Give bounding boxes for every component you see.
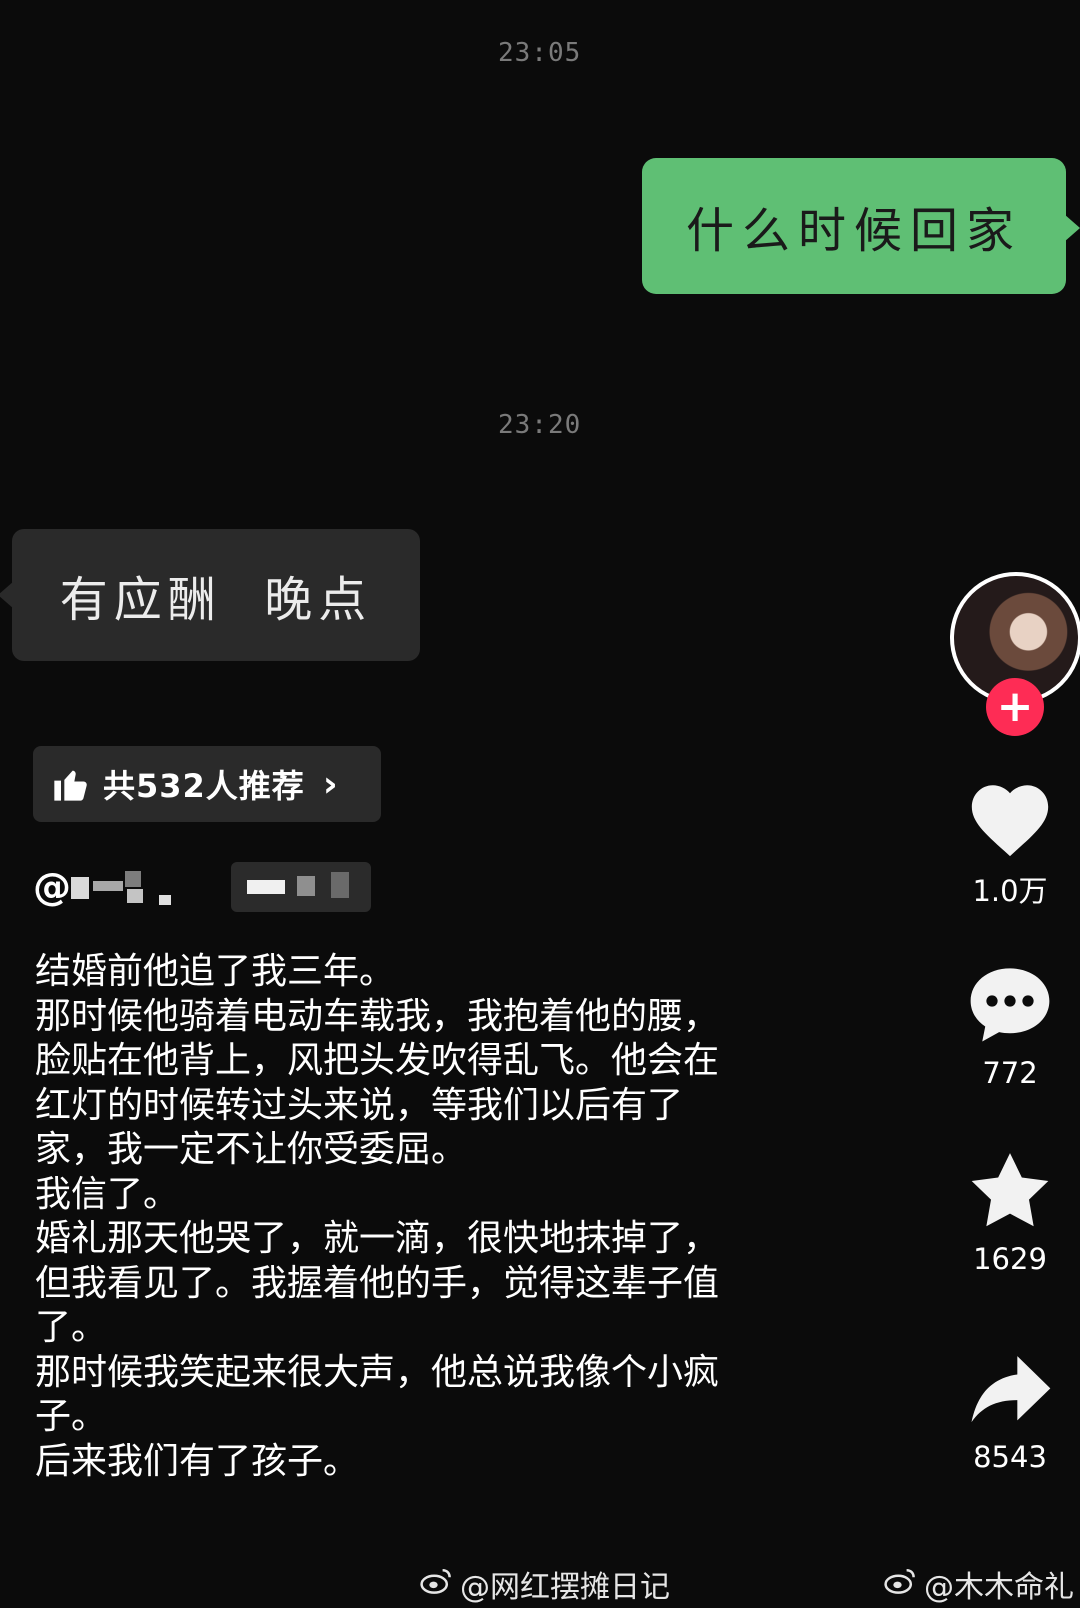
caption-line: 那时候他骑着电动车载我，我抱着他的腰，	[35, 995, 720, 1037]
caption-line: 红灯的时候转过头来说，等我们以后有了	[35, 1084, 684, 1126]
received-message-text: 有应酬 晚点	[59, 572, 373, 628]
caption-line: 婚礼那天他哭了，就一滴，很快地抹掉了，	[35, 1218, 720, 1259]
recommend-label: 共532人推荐	[103, 767, 305, 805]
redacted-username	[71, 867, 181, 907]
favorite-count: 1629	[973, 1242, 1047, 1276]
redacted-tag	[231, 862, 371, 912]
watermark-left-text: @网红摆摊日记	[460, 1570, 670, 1605]
like-action[interactable]: 1.0万	[950, 778, 1070, 910]
timestamp-1: 23:05	[498, 38, 582, 68]
sent-message-text: 什么时候回家	[685, 203, 1022, 259]
author-handle[interactable]: @	[33, 862, 371, 912]
caption-line: 那时候我笑起来很大声，他总说我像个小疯	[35, 1351, 720, 1393]
comment-count: 772	[982, 1056, 1038, 1090]
share-icon	[966, 1352, 1054, 1434]
caption-line: 脸贴在他背上，风把头发吹得乱飞。他会在	[35, 1040, 720, 1081]
follow-button[interactable]: +	[986, 678, 1044, 736]
weibo-icon	[420, 1566, 454, 1602]
thumbs-up-icon	[51, 764, 91, 804]
video-caption: 结婚前他追了我三年。 那时候他骑着电动车载我，我抱着他的腰， 脸贴在他背上，风把…	[35, 950, 815, 1484]
caption-line: 结婚前他追了我三年。	[35, 951, 396, 992]
chevron-right-icon: ›	[322, 763, 338, 805]
timestamp-2: 23:20	[498, 410, 582, 440]
caption-line: 后来我们有了孩子。	[35, 1440, 360, 1482]
watermark-right: @木木命礼	[884, 1562, 1074, 1606]
heart-icon	[965, 778, 1055, 862]
like-count: 1.0万	[972, 874, 1048, 908]
caption-line: 了。	[35, 1307, 108, 1348]
sent-message-bubble[interactable]: 什么时候回家	[642, 158, 1080, 294]
share-count: 8543	[973, 1440, 1047, 1474]
watermark-right-text: @木木命礼	[924, 1570, 1074, 1605]
comment-icon	[965, 962, 1055, 1050]
favorite-action[interactable]: 1629	[950, 1148, 1070, 1276]
star-icon	[967, 1148, 1053, 1236]
watermark-left: @网红摆摊日记	[420, 1562, 670, 1606]
caption-line: 但我看见了。我握着他的手，觉得这辈子值	[35, 1262, 720, 1304]
received-message-bubble[interactable]: 有应酬 晚点	[0, 529, 420, 661]
caption-line: 家，我一定不让你受委屈。	[35, 1129, 468, 1170]
share-action[interactable]: 8543	[950, 1352, 1070, 1474]
at-symbol: @	[33, 865, 71, 909]
recommend-button[interactable]: 共532人推荐 ›	[33, 746, 381, 822]
weibo-icon	[884, 1566, 918, 1602]
comment-action[interactable]: 772	[950, 962, 1070, 1090]
caption-line: 子。	[35, 1396, 108, 1437]
caption-line: 我信了。	[35, 1173, 180, 1215]
